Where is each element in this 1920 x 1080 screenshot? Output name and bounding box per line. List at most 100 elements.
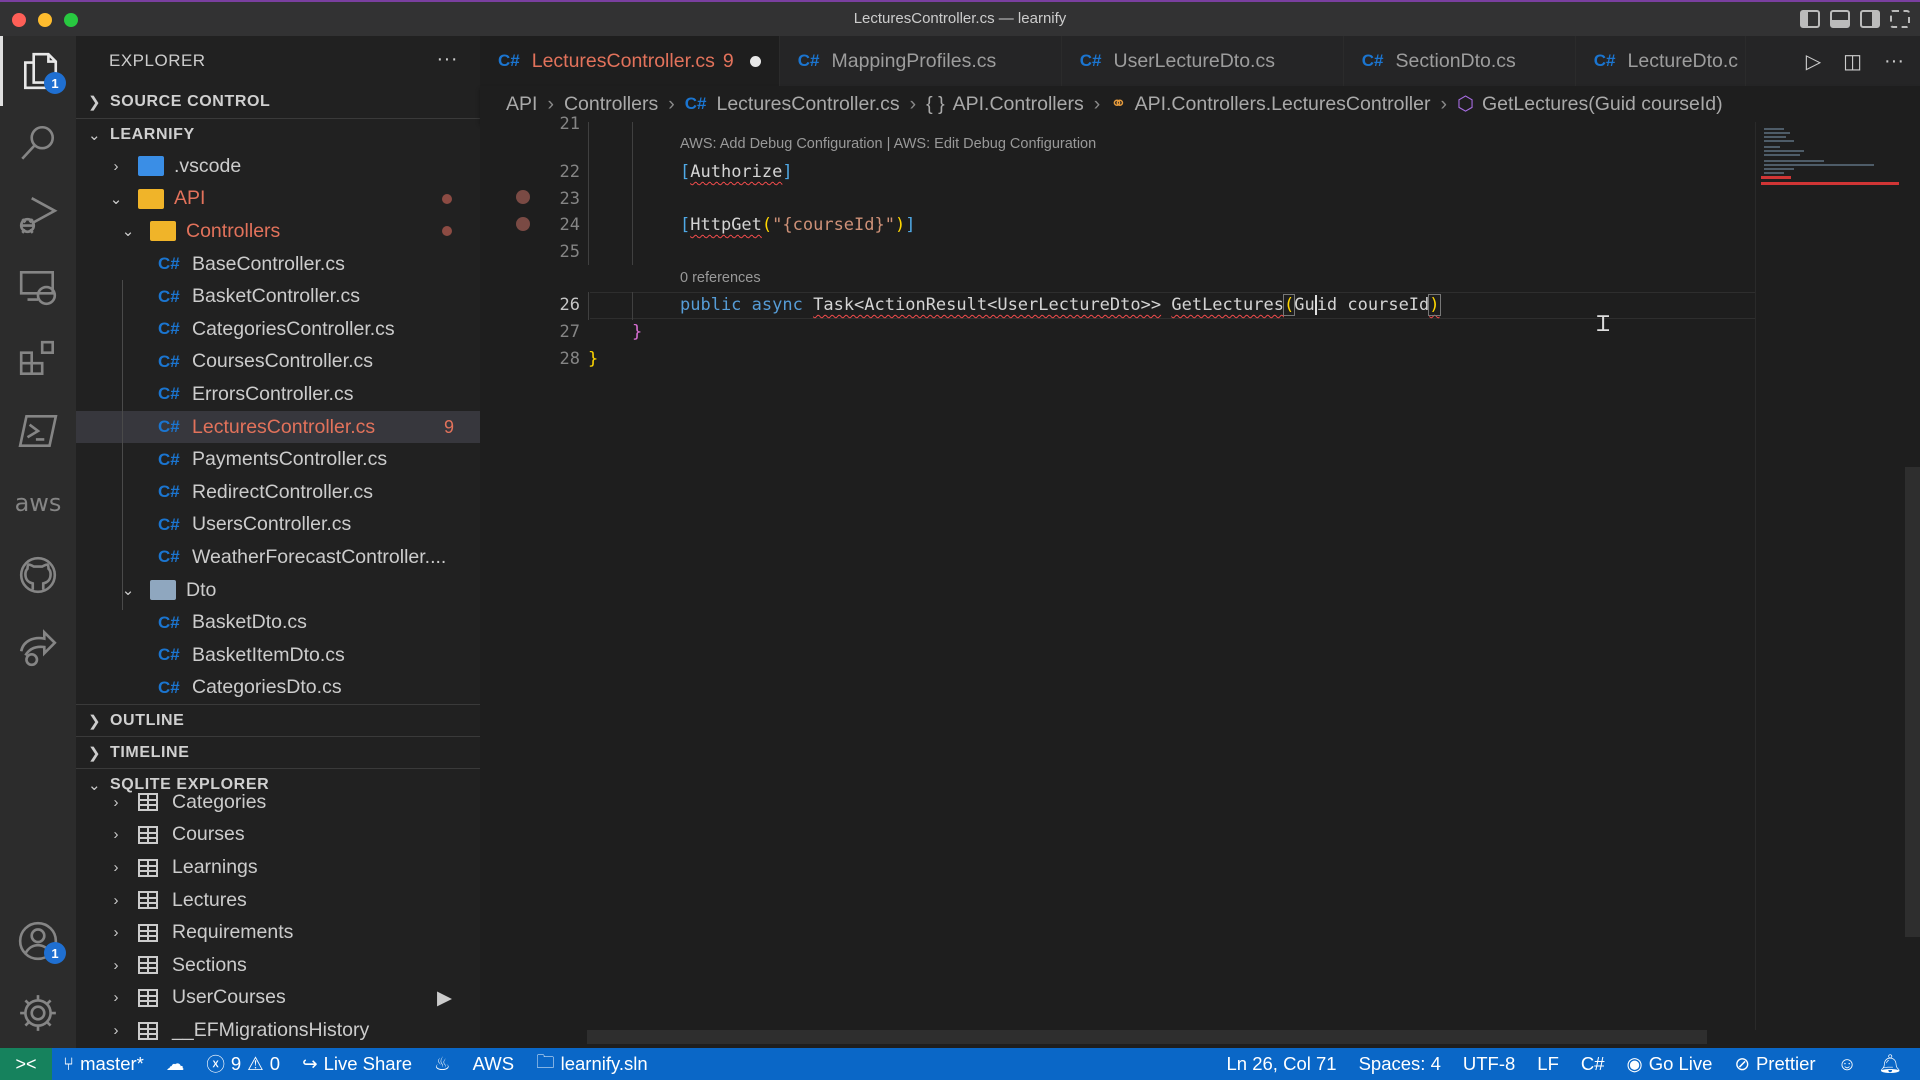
tree-file[interactable]: C# BasketItemDto.cs [76,639,480,672]
end-of-line[interactable]: LF [1526,1053,1570,1075]
tree-file[interactable]: C# UsersController.cs [76,509,480,542]
tree-folder-api[interactable]: ⌄ API [76,183,480,216]
section-source-control[interactable]: ❯ SOURCE CONTROL [76,86,480,118]
section-timeline[interactable]: ❯ TIMELINE [76,736,480,768]
dto-folder-icon [150,580,176,601]
split-editor-icon[interactable]: ◫ [1843,49,1862,74]
play-icon[interactable]: ▶ [437,986,452,1010]
tree-file[interactable]: C# WeatherForecastController.... [76,541,480,574]
vertical-scrollbar[interactable] [1905,122,1920,1030]
section-workspace[interactable]: ⌄ LEARNIFY [76,118,480,150]
language-mode[interactable]: C# [1570,1053,1616,1075]
modified-dot [442,226,452,237]
run-icon[interactable]: ▷ [1806,49,1821,74]
breakpoint-hint-dot[interactable] [516,190,530,204]
breakpoint-hint-dot[interactable] [516,217,530,231]
sqlite-table-item[interactable]: › __EFMigrationsHistory [76,1014,480,1047]
activity-run-debug[interactable] [0,180,76,250]
tree-file[interactable]: C# ErrorsController.cs [76,378,480,411]
csharp-file-icon: C# [1361,51,1384,70]
line-number: 22 [559,162,580,182]
tree-folder-vscode[interactable]: › .vscode [76,150,480,183]
git-branch[interactable]: ⑂ master* [52,1053,155,1075]
chevron-right-icon: › [113,826,119,844]
sqlite-table-item[interactable]: › Courses [76,819,480,852]
cursor-position[interactable]: Ln 26, Col 71 [1216,1053,1348,1075]
flame-button[interactable]: ♨ [423,1053,462,1075]
toggle-panel-icon[interactable] [1830,10,1850,28]
tree-file[interactable]: C# CategoriesDto.cs [76,672,480,705]
activity-github[interactable] [0,540,76,610]
tab-lecture-dto[interactable]: C# LectureDto.c [1576,36,1746,86]
tree-file[interactable]: C# BaseController.cs [76,248,480,281]
code-line-27: } [632,322,643,342]
horizontal-scrollbar[interactable] [587,1030,1707,1044]
tree-folder-dto[interactable]: ⌄ Dto [76,574,480,607]
activity-manage[interactable] [0,978,76,1048]
live-share-button[interactable]: ↪ Live Share [291,1053,423,1075]
tree-file[interactable]: C# LecturesController.cs 9 [76,410,480,444]
activity-remote-explorer[interactable] [0,252,76,322]
activity-powershell[interactable] [0,396,76,466]
modified-dot [442,193,452,204]
toggle-secondary-sidebar-icon[interactable] [1860,10,1880,28]
tab-mapping-profiles[interactable]: C# MappingProfiles.cs [780,36,1062,86]
indent-guide [632,122,633,265]
minimap[interactable] [1755,122,1905,1030]
activity-extensions[interactable] [0,324,76,394]
chevron-right-icon: › [909,92,917,115]
breadcrumb-item[interactable]: API.Controllers [953,93,1084,116]
go-live-button[interactable]: ◉ Go Live [1616,1053,1724,1075]
solution-selector[interactable]: 🗀 learnify.sln [525,1048,659,1080]
sqlite-table-item[interactable]: › Sections [76,949,480,982]
tab-label: SectionDto.cs [1395,49,1516,72]
aws-status[interactable]: AWS [462,1053,525,1075]
feedback-icon: ☺ [1837,1053,1857,1074]
tab-user-lecture-dto[interactable]: C# UserLectureDto.cs [1062,36,1344,86]
customize-layout-icon[interactable] [1890,10,1910,28]
breadcrumb-item[interactable]: API.Controllers.LecturesController [1135,93,1431,116]
tree-file[interactable]: C# CategoriesController.cs [76,313,480,346]
tab-lectures-controller[interactable]: C# LecturesController.cs 9 [480,36,780,86]
tab-section-dto[interactable]: C# SectionDto.cs [1344,36,1576,86]
codelens-aws-debug[interactable]: AWS: Add Debug Configuration | AWS: Edit… [680,136,1096,152]
csharp-file-icon: C# [158,286,180,306]
tree-file[interactable]: C# PaymentsController.cs [76,443,480,476]
indentation[interactable]: Spaces: 4 [1348,1053,1452,1075]
sqlite-table-item[interactable]: › UserCourses ▶ [76,982,480,1015]
tree-folder-controllers[interactable]: ⌄ Controllers [76,215,480,248]
breadcrumb-item[interactable]: LecturesController.cs [716,93,899,116]
problems-indicator[interactable]: ⓧ 9 ⚠ 0 [195,1051,291,1077]
breadcrumb-item[interactable]: API [506,93,537,116]
toggle-primary-sidebar-icon[interactable] [1800,10,1820,28]
sqlite-table-item[interactable]: › Requirements [76,916,480,949]
remote-indicator-icon[interactable]: >< [0,1048,52,1080]
activity-accounts[interactable]: 1 [0,906,76,976]
more-actions-icon[interactable]: ··· [1884,50,1904,73]
tree-file[interactable]: C# BasketDto.cs [76,606,480,639]
scrollbar-thumb[interactable] [1905,467,1920,937]
table-icon [138,891,158,910]
tree-file[interactable]: C# RedirectController.cs [76,476,480,509]
tree-file[interactable]: C# CoursesController.cs [76,346,480,379]
section-outline[interactable]: ❯ OUTLINE [76,704,480,736]
sqlite-table-item[interactable]: › Learnings [76,851,480,884]
breadcrumb-item[interactable]: GetLectures(Guid courseId) [1482,93,1723,116]
notifications-button[interactable]: 🔔︎ [1868,1053,1920,1075]
activity-explorer[interactable]: 1 [0,36,76,106]
sqlite-table-item[interactable]: › Lectures [76,884,480,917]
activity-live-share[interactable] [0,612,76,682]
tree-file[interactable]: C# BasketController.cs [76,280,480,313]
more-actions-icon[interactable]: ··· [437,48,458,71]
prettier-button[interactable]: ⊘ Prettier [1723,1053,1826,1075]
encoding[interactable]: UTF-8 [1452,1053,1526,1075]
code-editor[interactable]: 21 AWS: Add Debug Configuration | AWS: E… [480,114,1755,1030]
feedback-button[interactable]: ☺ [1827,1053,1868,1075]
activity-aws[interactable]: aws [0,468,76,538]
sync-button[interactable]: ☁ [155,1053,196,1075]
sqlite-table-item[interactable]: › Categories [76,786,480,819]
activity-search[interactable] [0,108,76,178]
codelens-references[interactable]: 0 references [680,270,761,286]
breadcrumb-item[interactable]: Controllers [564,93,658,116]
unsaved-dot-icon[interactable] [749,55,761,67]
